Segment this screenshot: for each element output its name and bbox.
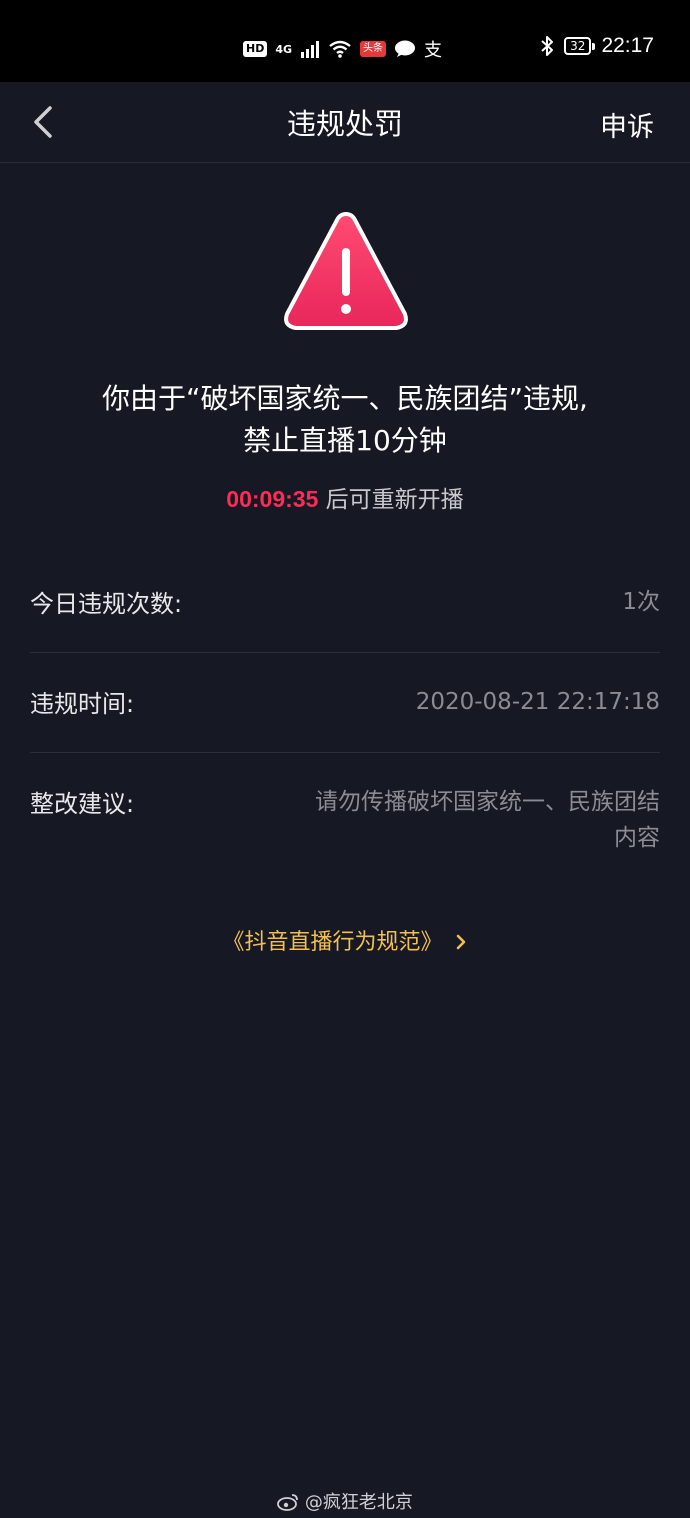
- signal-icon: [301, 41, 320, 58]
- weibo-watermark: @疯狂老北京: [0, 1488, 690, 1514]
- appeal-button[interactable]: 申诉: [600, 105, 654, 144]
- status-clock: 22:17: [601, 34, 654, 57]
- chevron-right-icon: [456, 934, 465, 950]
- rules-link-label: 《抖音直播行为规范》: [222, 930, 443, 955]
- status-left-icons: HD 4G 头条 支: [243, 36, 442, 62]
- detail-label: 违规时间:: [30, 690, 135, 718]
- countdown-timer: 00:09:35: [226, 486, 319, 512]
- suggestion-line: 请勿传播破坏国家统一、民族团结: [315, 789, 660, 815]
- divider: [30, 652, 660, 653]
- toutiao-app-icon: 头条: [360, 41, 387, 57]
- battery-indicator: 32: [564, 37, 596, 55]
- live-rules-link[interactable]: 《抖音直播行为规范》: [0, 924, 690, 956]
- detail-value: 2020-08-21 22:17:18: [415, 689, 660, 715]
- divider: [30, 752, 660, 753]
- wifi-icon: [329, 40, 351, 58]
- watermark-text: @疯狂老北京: [304, 1492, 413, 1513]
- suggestion-line: 内容: [614, 825, 660, 851]
- hd-badge: HD: [243, 41, 268, 57]
- detail-row-violation-time: 违规时间: 2020-08-21 22:17:18: [30, 684, 660, 720]
- weibo-icon: [277, 1494, 299, 1511]
- page-title: 违规处罚: [286, 107, 403, 141]
- detail-value: 请勿传播破坏国家统一、民族团结 内容: [315, 784, 660, 856]
- detail-row-violation-count: 今日违规次数: 1次: [30, 584, 660, 620]
- detail-label: 今日违规次数:: [30, 590, 183, 618]
- status-bar: HD 4G 头条 支 32 22:17: [0, 0, 690, 82]
- detail-value: 1次: [622, 589, 660, 615]
- penalty-duration: 禁止直播10分钟: [243, 424, 447, 457]
- penalty-message: 你由于“破坏国家统一、民族团结”违规, 禁止直播10分钟: [0, 378, 690, 462]
- network-label: 4G: [275, 42, 293, 56]
- warning-icon: [284, 212, 408, 330]
- countdown-line: 00:09:35 后可重新开播: [0, 480, 690, 514]
- nav-bar: 违规处罚 申诉: [0, 82, 690, 163]
- countdown-suffix: 后可重新开播: [318, 487, 464, 513]
- detail-label: 整改建议:: [30, 790, 135, 818]
- chat-bubble-icon: [395, 40, 416, 57]
- status-right-icons: 32 22:17: [540, 34, 654, 58]
- bluetooth-icon: [541, 36, 554, 56]
- alipay-icon: 支: [424, 40, 443, 61]
- penalty-reason: 你由于“破坏国家统一、民族团结”违规,: [102, 382, 588, 415]
- detail-row-suggestion: 整改建议: 请勿传播破坏国家统一、民族团结 内容: [30, 784, 660, 856]
